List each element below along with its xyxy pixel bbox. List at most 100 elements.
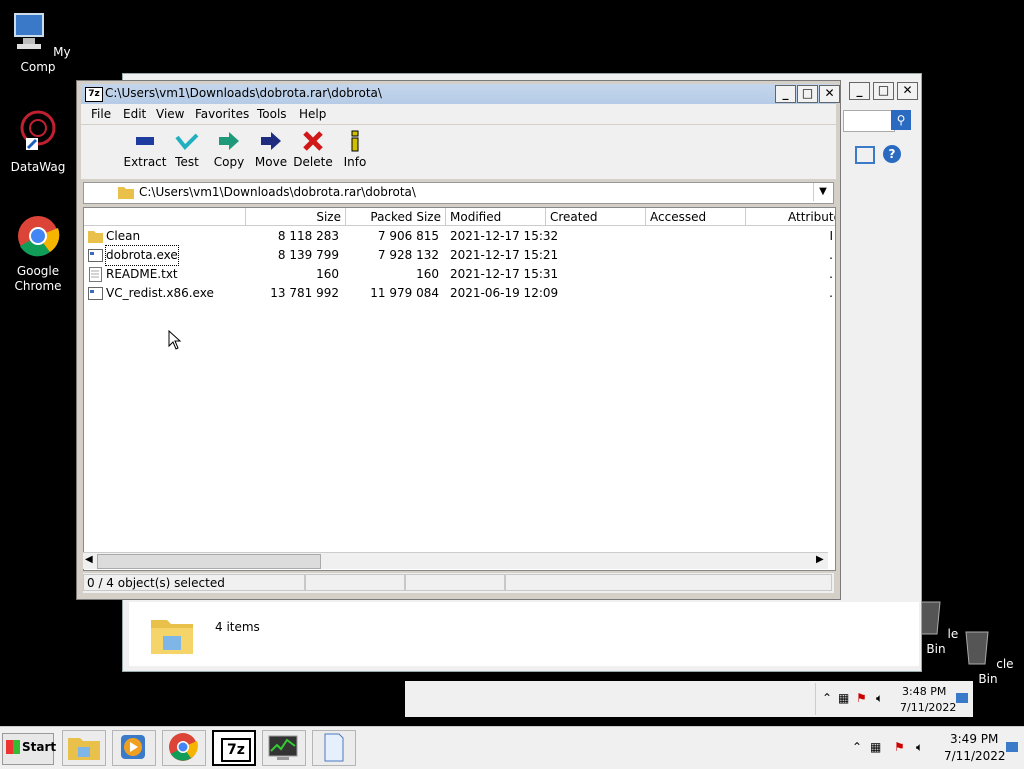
column-header-size[interactable]: Size xyxy=(246,208,346,226)
start-button[interactable]: Start xyxy=(2,733,57,765)
status-pane-4 xyxy=(505,574,832,591)
7zip-window[interactable]: 7z C:\Users\vm1\Downloads\dobrota.rar\do… xyxy=(76,80,841,600)
scroll-right-arrow[interactable]: ▶ xyxy=(816,554,824,565)
delete-label: Delete xyxy=(293,155,333,169)
clock-date[interactable]: 7/11/2022 xyxy=(900,701,956,714)
file-packed-size: 11 979 084 xyxy=(370,286,439,300)
search-icon[interactable]: ⚲ xyxy=(891,110,911,130)
help-icon[interactable]: ? xyxy=(883,145,901,163)
file-list[interactable]: Size Packed Size Modified Created Access… xyxy=(83,207,836,571)
minimize-button[interactable]: _ xyxy=(849,82,870,100)
folder-icon xyxy=(68,738,100,760)
column-header-modified[interactable]: Modified xyxy=(446,208,546,226)
taskbar-media-player-button[interactable] xyxy=(112,730,156,766)
address-path: C:\Users\vm1\Downloads\dobrota.rar\dobro… xyxy=(139,185,416,199)
menu-help[interactable]: Help xyxy=(299,107,326,121)
minus-icon xyxy=(136,137,154,145)
column-header-packed-size[interactable]: Packed Size xyxy=(346,208,446,226)
7zip-icon: 7z xyxy=(221,738,251,762)
chrome-icon xyxy=(169,733,198,761)
info-label: Info xyxy=(343,155,367,169)
table-row[interactable]: Clean 8 118 283 7 906 815 2021-12-17 15:… xyxy=(84,227,835,246)
preview-pane-icon[interactable] xyxy=(855,146,875,164)
file-modified: 2021-12-17 15:21 xyxy=(450,248,559,262)
show-desktop-icon[interactable] xyxy=(1006,742,1018,752)
title-bar[interactable]: 7z C:\Users\vm1\Downloads\dobrota.rar\do… xyxy=(81,84,840,104)
clock-time[interactable]: 3:49 PM xyxy=(950,732,998,746)
desktop-icon-my-computer[interactable]: My Comp xyxy=(0,10,76,75)
show-hidden-icons-icon[interactable]: ⌃ xyxy=(822,691,832,705)
desktop-icon-datawag[interactable]: DataWag xyxy=(0,110,76,175)
close-button[interactable]: ✕ xyxy=(897,82,918,100)
extract-button[interactable]: Extract xyxy=(123,129,167,169)
maximize-button[interactable]: □ xyxy=(873,82,894,100)
arrow-right-icon xyxy=(261,132,281,150)
menu-view[interactable]: View xyxy=(156,107,184,121)
file-name: Clean xyxy=(106,229,141,243)
info-button[interactable]: Info xyxy=(333,129,377,169)
taskbar-chrome-button[interactable] xyxy=(162,730,206,766)
address-dropdown-button[interactable]: ▼ xyxy=(813,183,832,201)
volume-icon[interactable]: 🔈︎ xyxy=(876,691,883,706)
column-header-name[interactable] xyxy=(84,208,246,226)
chrome-icon xyxy=(18,216,60,257)
desktop-icon-recycle-bin-2[interactable]: cle Bin xyxy=(958,626,1018,687)
minimize-button[interactable]: _ xyxy=(775,85,796,103)
table-row[interactable]: dobrota.exe 8 139 799 7 928 132 2021-12-… xyxy=(84,245,835,266)
column-header-created[interactable]: Created xyxy=(546,208,646,226)
table-row[interactable]: VC_redist.x86.exe 13 781 992 11 979 084 … xyxy=(84,284,835,303)
maximize-button[interactable]: □ xyxy=(797,85,818,103)
delete-button[interactable]: Delete xyxy=(291,129,335,169)
taskbar-blank-document-button[interactable] xyxy=(312,730,356,766)
notification-area: ⌃ ▦ ⚑ 🔈︎ 3:49 PM 7/11/2022 xyxy=(846,731,1024,765)
scroll-left-arrow[interactable]: ◀ xyxy=(85,554,93,565)
action-center-icon[interactable]: ⚑ xyxy=(856,691,867,705)
file-name: VC_redist.x86.exe xyxy=(106,286,214,300)
test-label: Test xyxy=(175,155,199,169)
address-bar[interactable]: C:\Users\vm1\Downloads\dobrota.rar\dobro… xyxy=(83,182,834,204)
column-header-accessed[interactable]: Accessed xyxy=(646,208,746,226)
move-button[interactable]: Move xyxy=(249,129,293,169)
start-label: Start xyxy=(22,740,57,754)
copy-button[interactable]: Copy xyxy=(207,129,251,169)
action-center-icon[interactable]: ⚑ xyxy=(894,740,905,754)
volume-icon[interactable]: 🔈︎ xyxy=(916,740,923,755)
media-player-icon xyxy=(121,735,145,759)
file-packed-size: 7 906 815 xyxy=(377,229,439,243)
file-packed-size: 160 xyxy=(416,267,439,281)
window-title: C:\Users\vm1\Downloads\dobrota.rar\dobro… xyxy=(105,86,382,100)
selection-status: 0 / 4 object(s) selected xyxy=(83,574,305,591)
file-size: 160 xyxy=(316,267,339,281)
taskbar-task-manager-button[interactable] xyxy=(262,730,306,766)
show-desktop-icon[interactable] xyxy=(956,693,968,703)
desktop-icon-label: DataWag xyxy=(10,160,66,174)
network-icon[interactable]: ▦ xyxy=(838,691,849,705)
windows-logo-icon xyxy=(6,740,20,754)
show-hidden-icons-icon[interactable]: ⌃ xyxy=(852,740,862,754)
folder-icon xyxy=(88,231,103,243)
table-row[interactable]: README.txt 160 160 2021-12-17 15:31 . xyxy=(84,265,835,284)
network-icon[interactable]: ▦ xyxy=(870,740,881,754)
close-button[interactable]: ✕ xyxy=(819,85,840,103)
status-pane-3 xyxy=(405,574,505,591)
test-button[interactable]: Test xyxy=(165,129,209,169)
menu-edit[interactable]: Edit xyxy=(123,107,146,121)
clock-time[interactable]: 3:48 PM xyxy=(902,685,946,698)
menu-file[interactable]: File xyxy=(91,107,111,121)
file-attributes: . xyxy=(829,286,833,300)
horizontal-scrollbar[interactable]: ◀ ▶ xyxy=(83,552,828,569)
copy-label: Copy xyxy=(213,155,245,169)
desktop-icon-google-chrome[interactable]: Google Chrome xyxy=(0,214,76,294)
menu-tools[interactable]: Tools xyxy=(257,107,287,121)
taskbar-explorer-button[interactable] xyxy=(62,730,106,766)
file-name: dobrota.exe xyxy=(105,245,179,266)
document-icon xyxy=(324,733,344,762)
search-input[interactable] xyxy=(843,110,895,132)
column-header-attributes[interactable]: Attribute xyxy=(746,208,835,226)
scrollbar-thumb[interactable] xyxy=(97,554,321,569)
toolbar: Extract Test Copy Move Delete Info xyxy=(81,125,836,179)
menu-favorites[interactable]: Favorites xyxy=(195,107,249,121)
clock-date[interactable]: 7/11/2022 xyxy=(944,749,1006,763)
taskbar-7zip-button[interactable]: 7z xyxy=(212,730,256,766)
exe-file-icon xyxy=(88,249,103,262)
